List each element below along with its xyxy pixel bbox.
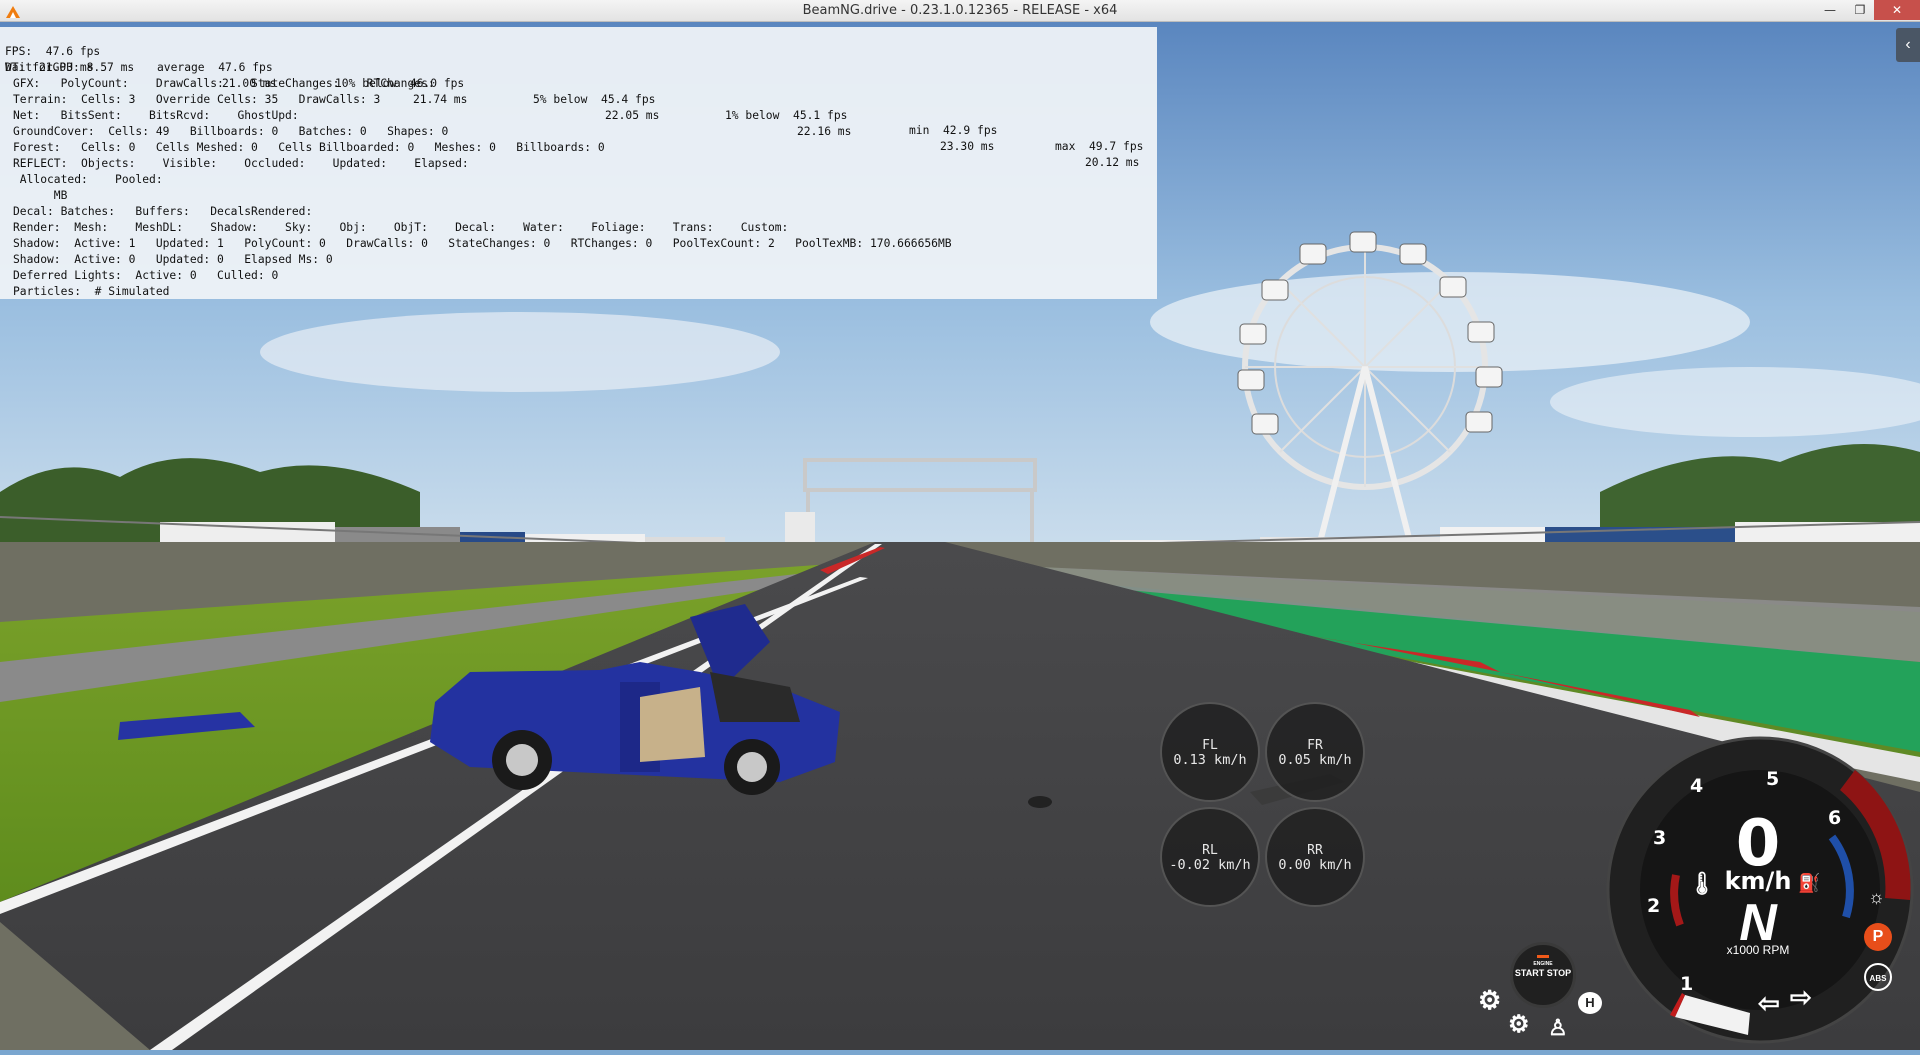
- abs-indicator: ABS: [1864, 963, 1892, 991]
- minimize-button[interactable]: —: [1815, 0, 1845, 20]
- window-title: BeamNG.drive - 0.23.1.0.12365 - RELEASE …: [802, 3, 1118, 18]
- stop-label: STOP: [1546, 968, 1572, 978]
- rpm-tick: 3: [1653, 827, 1667, 849]
- rpm-tick: 1: [1680, 973, 1694, 995]
- rpm-tick: 6: [1828, 807, 1842, 829]
- tachometer-gauge: 1 2 3 4 5 6 0 km/h N x1000 RPM 🌡 ⛽ ☼ P A…: [1600, 735, 1920, 1050]
- rpm-tick: 2: [1647, 895, 1661, 917]
- debug-line: Shadow: Active: 1 Updated: 1 PolyCount: …: [13, 237, 952, 250]
- restore-button[interactable]: ❐: [1845, 0, 1875, 20]
- debug-line: Forest: Cells: 0 Cells Meshed: 0 Cells B…: [13, 141, 605, 154]
- wheel-speed-rl: RL -0.02 km/h: [1160, 807, 1260, 907]
- fps-1-below: 1% below 45.1 fps: [725, 108, 848, 122]
- wheel-label: FL: [1202, 738, 1218, 753]
- side-panel-toggle[interactable]: ‹: [1896, 28, 1920, 62]
- left-turn-signal-icon: ⇦: [1758, 988, 1780, 1018]
- debug-line: Shadow: Active: 0 Updated: 0 Elapsed Ms:…: [13, 253, 333, 266]
- engine-start-stop-button[interactable]: ENGINE START STOP: [1510, 942, 1576, 1008]
- parking-brake-indicator: P: [1864, 923, 1892, 951]
- dt-5-below: 22.05 ms: [605, 108, 660, 122]
- start-label: START: [1514, 968, 1545, 978]
- debug-line: GFX: PolyCount: DrawCalls: StateChanges:…: [13, 77, 435, 90]
- rpm-tick: 4: [1690, 775, 1704, 797]
- fps-average: average 47.6 fps: [157, 60, 273, 74]
- driver-seat-icon: ♙: [1548, 1015, 1568, 1040]
- wheel-speed-fr: FR 0.05 km/h: [1265, 702, 1365, 802]
- debug-line: REFLECT: Objects: Visible: Occluded: Upd…: [13, 157, 469, 170]
- wheel-speed-value: 0.00 km/h: [1278, 857, 1352, 873]
- debug-line: Allocated: Pooled:: [13, 173, 163, 186]
- dt-row: DT: 21.03 ms 21.00 ms 21.74 ms 22.05 ms …: [5, 44, 1139, 169]
- debug-line: WaitforGPU: 8.57 ms: [5, 61, 135, 74]
- debug-stats-panel: FPS: 47.6 fps average 47.6 fps 10% below…: [0, 27, 1157, 299]
- hill-hold-indicator: H: [1578, 992, 1602, 1014]
- speed-unit: km/h: [1724, 867, 1792, 895]
- wheel-speed-value: 0.13 km/h: [1173, 752, 1247, 768]
- dt-max: 20.12 ms: [1085, 156, 1140, 170]
- debug-line: Terrain: Cells: 3 Override Cells: 35 Dra…: [13, 93, 381, 106]
- tire-icon: ⚙: [1478, 985, 1502, 1015]
- wheel-label: FR: [1307, 738, 1323, 753]
- fps-5-below: 5% below 45.4 fps: [533, 92, 656, 106]
- wheel-label: RR: [1307, 843, 1323, 858]
- temperature-icon: 🌡: [1688, 871, 1716, 896]
- rpm-unit-label: x1000 RPM: [1726, 943, 1790, 957]
- debug-line: Deferred Lights: Active: 0 Culled: 0: [13, 269, 279, 282]
- debug-line: Particles: # Simulated: [13, 285, 170, 298]
- debug-line: Net: BitsSent: BitsRcvd: GhostUpd:: [13, 109, 299, 122]
- fuel-icon: ⛽: [1798, 873, 1821, 893]
- window-titlebar: BeamNG.drive - 0.23.1.0.12365 - RELEASE …: [0, 0, 1920, 22]
- engine-label: ENGINE: [1533, 961, 1553, 967]
- close-button[interactable]: ✕: [1874, 0, 1920, 20]
- fps-min: min 42.9 fps: [909, 124, 998, 138]
- debug-line: MB: [13, 189, 68, 202]
- engine-led: [1537, 955, 1549, 958]
- wheel-speed-value: 0.05 km/h: [1278, 752, 1352, 768]
- rpm-tick: 5: [1766, 768, 1780, 790]
- headlight-icon: ☼: [1868, 887, 1885, 907]
- fps-max: max 49.7 fps: [1055, 140, 1144, 154]
- wheel-speed-fl: FL 0.13 km/h: [1160, 702, 1260, 802]
- dt-10-below: 21.74 ms: [413, 92, 468, 106]
- wheel-label: RL: [1202, 843, 1218, 858]
- dt-min: 23.30 ms: [940, 140, 995, 154]
- debug-line: GroundCover: Cells: 49 Billboards: 0 Bat…: [13, 125, 449, 138]
- debug-line: Render: Mesh: MeshDL: Shadow: Sky: Obj: …: [13, 221, 789, 234]
- steering-wheel-icon: ⚙: [1508, 1011, 1530, 1038]
- debug-line: Decal: Batches: Buffers: DecalsRendered:: [13, 205, 313, 218]
- wheel-speed-rr: RR 0.00 km/h: [1265, 807, 1365, 907]
- right-turn-signal-icon: ⇨: [1790, 982, 1812, 1012]
- wheel-speed-value: -0.02 km/h: [1169, 857, 1251, 873]
- dt-1-below: 22.16 ms: [797, 124, 852, 138]
- fps-row: FPS: 47.6 fps average 47.6 fps 10% below…: [5, 28, 1143, 153]
